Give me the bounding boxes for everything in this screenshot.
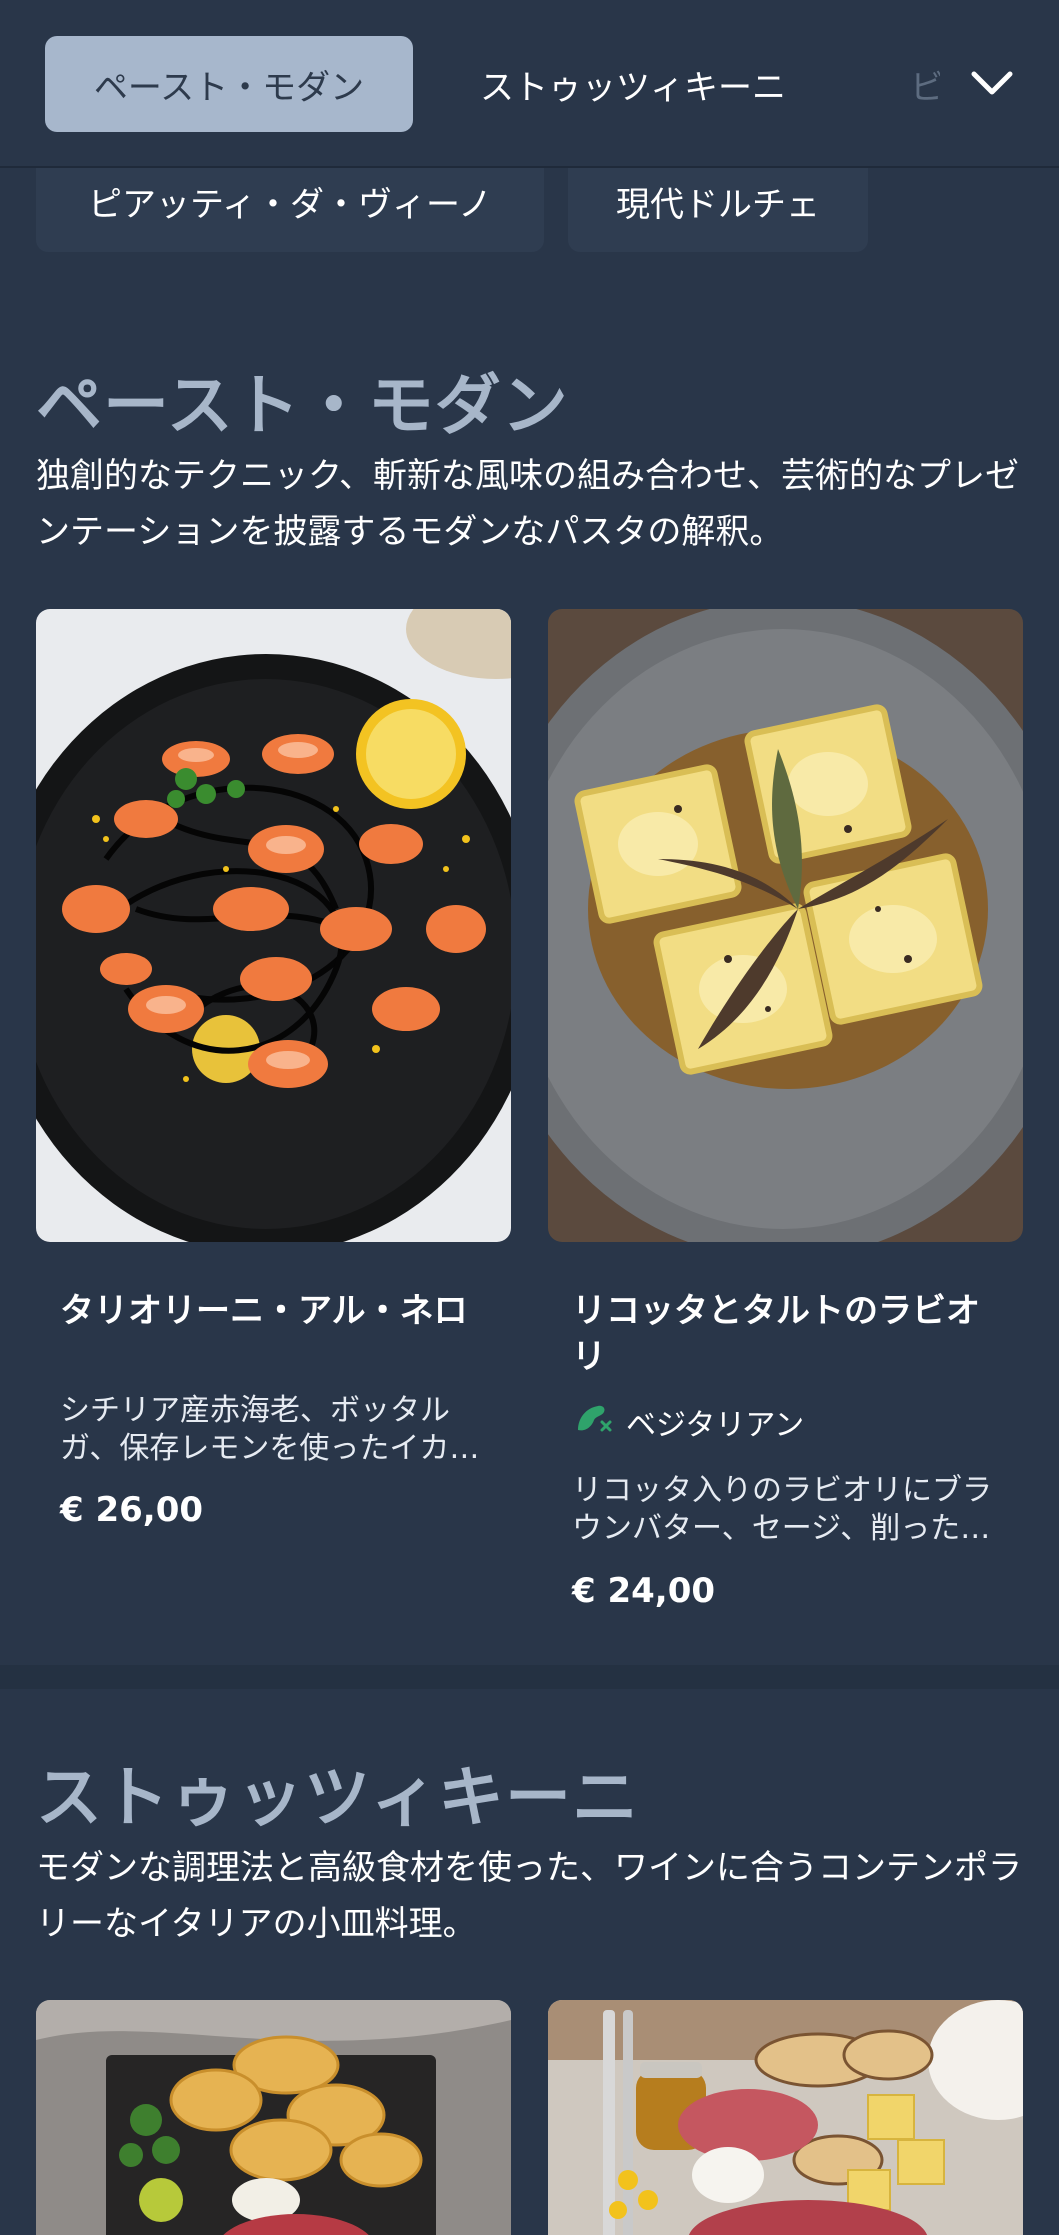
section-description-stuzzichini: モダンな調理法と高級食材を使った、ワインに合うコンテンポラリーなイタリアの小皿料…: [36, 1848, 1022, 1944]
dish-description-ravioli: リコッタ入りのラビオリにブラウンバター、セージ、削ったトリュフ: [572, 1473, 992, 1546]
tab-paste-moderne[interactable]: ペースト・モダン: [45, 36, 413, 132]
dish-price-ravioli: € 24,00: [572, 1571, 716, 1611]
dish-image-stuzzichini-1[interactable]: [36, 2000, 511, 2235]
dish-name-tagliolini[interactable]: タリオリーニ・アル・ネロ: [60, 1288, 480, 1334]
chevron-down-icon[interactable]: [960, 52, 1024, 116]
dish-name-ravioli[interactable]: リコッタとタルトのラビオリ: [572, 1288, 992, 1380]
dish-image-ravioli[interactable]: [548, 609, 1023, 1242]
vegetarian-icon: [572, 1400, 614, 1444]
dish-image-tagliolini[interactable]: [36, 609, 511, 1242]
vegetarian-label: ベジタリアン: [626, 1408, 805, 1443]
section-title-paste: ペースト・モダン: [36, 367, 569, 444]
category-tab-bar: ペースト・モダン ストゥッツィキーニ ビ: [0, 0, 1059, 168]
dish-image-stuzzichini-2[interactable]: [548, 2000, 1023, 2235]
dish-price-tagliolini: € 26,00: [60, 1490, 204, 1530]
dish-description-tagliolini: シチリア産赤海老、ボッタルガ、保存レモンを使ったイカ墨タリオリーニ: [60, 1393, 480, 1466]
tab-stuzzichini[interactable]: ストゥッツィキーニ: [480, 36, 786, 132]
section-divider: [0, 1665, 1059, 1689]
tab-partial-next[interactable]: ビ: [910, 36, 940, 132]
vegetarian-badge: ベジタリアン: [572, 1400, 804, 1444]
section-description-paste: 独創的なテクニック、斬新な風味の組み合わせ、芸術的なプレゼンテーションを披露する…: [36, 456, 1019, 552]
section-title-stuzzichini: ストゥッツィキーニ: [36, 1759, 639, 1836]
menu-page: ペースト・モダン ストゥッツィキーニ ビ ピアッティ・ダ・ヴィーノ 現代ドルチェ…: [0, 0, 1059, 2235]
